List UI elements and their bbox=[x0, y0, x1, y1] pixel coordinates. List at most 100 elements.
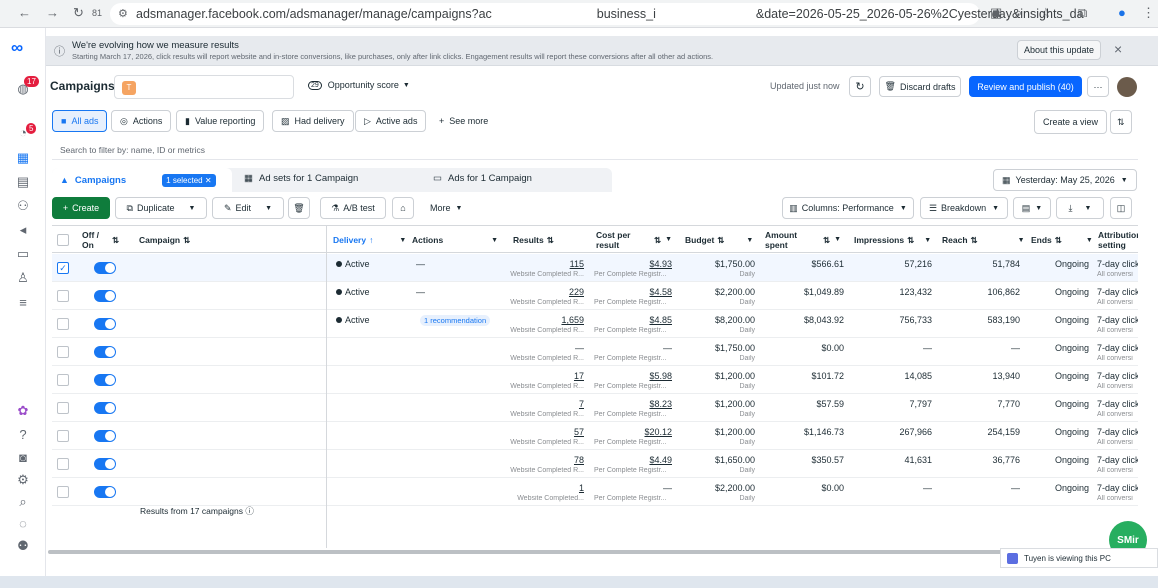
filter-value-reporting[interactable]: ▮ Value reporting bbox=[176, 110, 265, 132]
results-value[interactable]: 1 bbox=[579, 483, 584, 493]
horizontal-scrollbar[interactable] bbox=[46, 548, 1158, 556]
create-button[interactable]: + Create bbox=[52, 197, 110, 219]
cpr-value[interactable]: $5.98 bbox=[649, 371, 672, 381]
header-cost-per-result[interactable]: Cost per result ⇅ ▼ bbox=[596, 226, 672, 254]
search-filter[interactable]: Search to filter by: name, ID or metrics bbox=[52, 140, 1138, 160]
all-tools-menu-icon[interactable]: ≡ bbox=[14, 294, 32, 312]
close-icon[interactable]: × bbox=[1114, 41, 1122, 57]
results-value[interactable]: 115 bbox=[570, 259, 584, 269]
more-button[interactable]: More ▼ bbox=[430, 203, 462, 213]
header-campaign[interactable]: Campaign ⇅ bbox=[139, 226, 190, 254]
reload-icon[interactable]: ↻ bbox=[73, 5, 84, 21]
table-row[interactable]: Active 1 recommendation 1,659 Website Compl… bbox=[52, 310, 1138, 338]
cpr-value[interactable]: — bbox=[663, 343, 672, 353]
results-value[interactable]: 229 bbox=[569, 287, 584, 297]
campaign-name-cell[interactable] bbox=[139, 422, 324, 450]
tab-campaigns[interactable]: ▲ Campaigns 1 selected ✕ bbox=[52, 168, 232, 192]
delete-button[interactable]: 🗑 bbox=[288, 197, 310, 219]
results-value[interactable]: 7 bbox=[579, 399, 584, 409]
billing-icon[interactable]: ▭ bbox=[14, 245, 32, 263]
site-info-icon[interactable]: ⚙ bbox=[118, 7, 128, 20]
ab-test-button[interactable]: ⚗ A/B test bbox=[320, 197, 386, 219]
campaign-name-cell[interactable] bbox=[139, 478, 324, 506]
export-button[interactable]: ⤓ ▼ bbox=[1056, 197, 1104, 219]
tag-button[interactable]: ⌂ bbox=[392, 197, 414, 219]
edit-button[interactable]: ✎ Edit ▼ bbox=[212, 197, 284, 219]
tab-ads[interactable]: ▭ Ads for 1 Campaign bbox=[433, 173, 532, 184]
profile-icon[interactable]: ● bbox=[1118, 5, 1126, 20]
cpr-value[interactable]: $20.12 bbox=[644, 427, 672, 437]
results-value[interactable]: 1,659 bbox=[561, 315, 584, 325]
row-checkbox[interactable] bbox=[57, 346, 69, 358]
results-value[interactable]: — bbox=[575, 343, 584, 353]
opportunity-score[interactable]: 29 Opportunity score ▼ bbox=[308, 80, 410, 90]
help-icon[interactable]: ? bbox=[14, 426, 32, 444]
select-all-checkbox[interactable] bbox=[57, 234, 69, 246]
cpr-value[interactable]: — bbox=[663, 483, 672, 493]
report-icon[interactable]: ◙ bbox=[14, 449, 32, 467]
feedback-icon[interactable]: ◌ bbox=[14, 515, 32, 533]
create-view-button[interactable]: Create a view bbox=[1034, 110, 1108, 134]
campaign-name-cell[interactable] bbox=[139, 394, 324, 422]
campaigns-grid-icon[interactable]: ▦ bbox=[14, 149, 32, 167]
row-checkbox[interactable] bbox=[57, 290, 69, 302]
header-amount-spent[interactable]: Amount spent ⇅ ▼ bbox=[765, 226, 841, 254]
results-value[interactable]: 17 bbox=[574, 371, 584, 381]
duplicate-button[interactable]: ⧉ Duplicate ▼ bbox=[115, 197, 207, 219]
cpr-value[interactable]: $4.49 bbox=[649, 455, 672, 465]
campaign-toggle[interactable] bbox=[94, 486, 116, 498]
header-results[interactable]: Results ⇅ bbox=[513, 226, 554, 254]
filter-had-delivery[interactable]: ▨ Had delivery bbox=[272, 110, 354, 132]
table-row[interactable]: Active — 229 Website Completed R... $4.58 Per… bbox=[52, 282, 1138, 310]
header-delivery[interactable]: Delivery ↑ ▼ bbox=[333, 226, 406, 254]
header-ends[interactable]: Ends ⇅ ▼ bbox=[1031, 226, 1093, 254]
ai-assistant-icon[interactable]: ✿ bbox=[14, 402, 32, 420]
table-row[interactable]: 1 Website Completed... — Per Complete Regis… bbox=[52, 478, 1138, 506]
header-attribution[interactable]: Attribution setting bbox=[1098, 226, 1138, 254]
discard-drafts-button[interactable]: 🗑 Discard drafts bbox=[879, 76, 961, 97]
address-bar[interactable]: ⚙ adsmanager.facebook.com/adsmanager/man… bbox=[110, 3, 1084, 25]
row-checkbox[interactable] bbox=[57, 430, 69, 442]
table-row[interactable]: 78 Website Completed R... $4.49 Per Complet… bbox=[52, 450, 1138, 478]
campaign-toggle[interactable] bbox=[94, 374, 116, 386]
filter-actions[interactable]: ◎ Actions bbox=[111, 110, 172, 132]
results-value[interactable]: 57 bbox=[574, 427, 584, 437]
chart-view-button[interactable]: ◫ bbox=[1110, 197, 1132, 219]
campaign-name-cell[interactable] bbox=[139, 366, 324, 394]
cpr-value[interactable]: $4.58 bbox=[649, 287, 672, 297]
browser-menu-icon[interactable]: ⋮ bbox=[1142, 5, 1155, 21]
row-checkbox[interactable] bbox=[57, 402, 69, 414]
date-range-picker[interactable]: ▦ Yesterday: May 25, 2026 ▼ bbox=[993, 169, 1137, 191]
breakdown-button[interactable]: ☰ Breakdown ▼ bbox=[920, 197, 1008, 219]
bookmark-star-icon[interactable]: ☆ bbox=[1040, 5, 1052, 21]
filter-active-ads[interactable]: ▷ Active ads bbox=[355, 110, 427, 132]
tab-adsets[interactable]: ▦ Ad sets for 1 Campaign bbox=[244, 173, 358, 184]
more-options-button[interactable]: ··· bbox=[1087, 76, 1109, 97]
campaign-toggle[interactable] bbox=[94, 458, 116, 470]
extensions-icon[interactable]: ⧉ bbox=[1078, 5, 1087, 21]
campaign-toggle[interactable] bbox=[94, 346, 116, 358]
campaign-name-cell[interactable] bbox=[139, 338, 324, 366]
table-row[interactable]: ✓ Active — 115 Website Completed R... $4.93 Pe… bbox=[52, 254, 1138, 282]
users-icon[interactable]: ♙ bbox=[14, 269, 32, 287]
campaign-name-cell[interactable] bbox=[139, 310, 324, 338]
row-checkbox[interactable] bbox=[57, 374, 69, 386]
table-row[interactable]: 7 Website Completed R... $8.23 Per Complete… bbox=[52, 394, 1138, 422]
reports-button[interactable]: ▤ ▼ bbox=[1013, 197, 1051, 219]
back-icon[interactable]: ← bbox=[18, 5, 31, 20]
actions-cell[interactable]: 1 recommendation bbox=[412, 310, 502, 338]
filter-settings-icon[interactable]: ⇅ bbox=[1110, 110, 1132, 134]
results-value[interactable]: 78 bbox=[574, 455, 584, 465]
account-selector[interactable]: T bbox=[114, 75, 294, 99]
header-budget[interactable]: Budget ⇅ ▼ bbox=[685, 226, 753, 254]
ads-reporting-icon[interactable]: ◂ bbox=[14, 221, 32, 239]
settings-icon[interactable]: ⚙ bbox=[14, 471, 32, 489]
header-offon[interactable]: Off / On ⇅ bbox=[82, 226, 128, 254]
row-checkbox[interactable] bbox=[57, 318, 69, 330]
pages-icon[interactable]: ▤ bbox=[14, 173, 32, 191]
search-icon[interactable]: ⌕ bbox=[14, 493, 32, 511]
campaign-toggle[interactable] bbox=[94, 402, 116, 414]
avatar[interactable] bbox=[1117, 77, 1137, 97]
row-checkbox[interactable]: ✓ bbox=[57, 262, 69, 274]
table-row[interactable]: 17 Website Completed R... $5.98 Per Complet… bbox=[52, 366, 1138, 394]
